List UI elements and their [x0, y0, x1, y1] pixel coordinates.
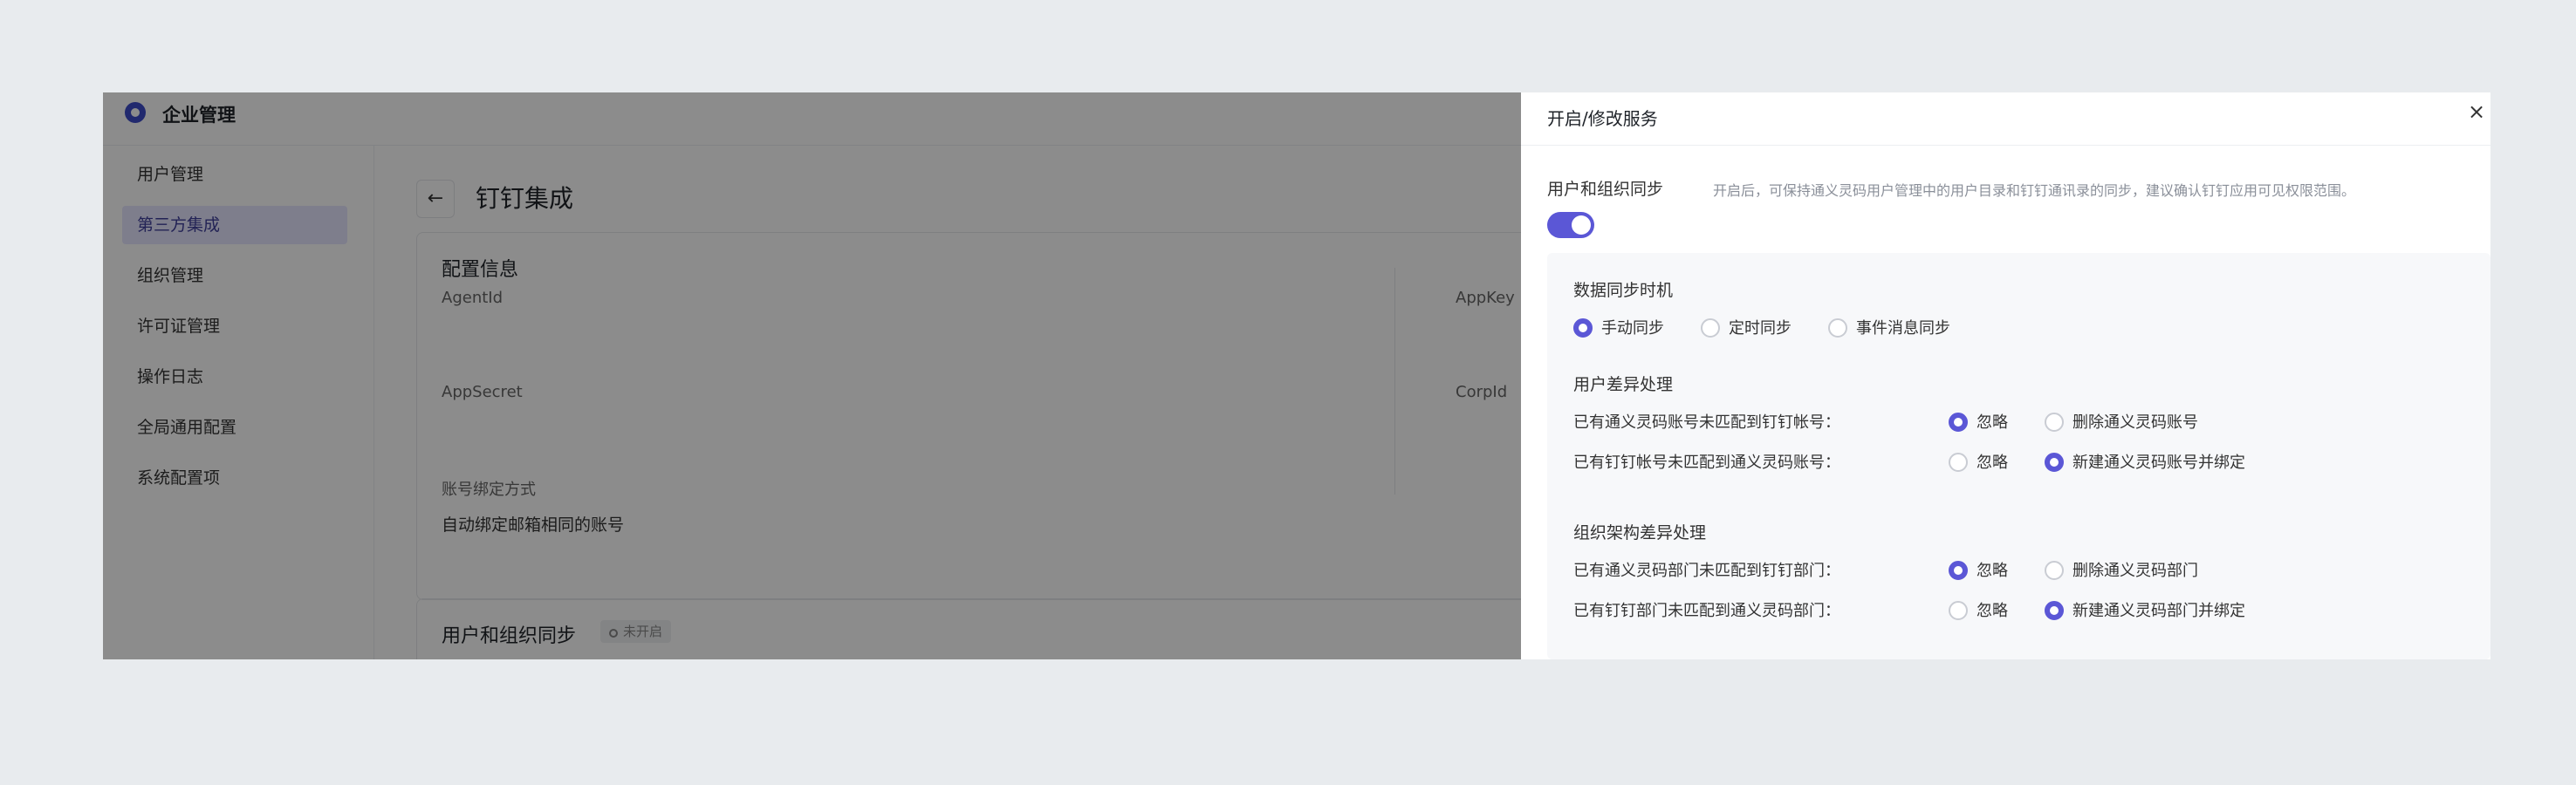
- radio-label: 忽略: [1977, 562, 2008, 580]
- org-diff-row-label: 已有钉钉部门未匹配到通义灵码部门：: [1573, 602, 1840, 620]
- close-icon[interactable]: ×: [2468, 99, 2485, 124]
- radio-checked-icon: [2045, 601, 2064, 620]
- sync-settings-panel: 数据同步时机 手动同步 定时同步 事件消息同步 用户差异处理 已有通义灵码账号未…: [1547, 253, 2490, 659]
- radio-label: 忽略: [1977, 413, 2008, 432]
- radio-unchecked-icon: [1949, 601, 1968, 620]
- radio-user-ignore[interactable]: 忽略: [1949, 410, 2008, 433]
- radio-label: 手动同步: [1601, 319, 1664, 338]
- radio-checked-icon: [2045, 453, 2064, 472]
- radio-unchecked-icon: [1701, 318, 1720, 338]
- org-diff-row-label: 已有通义灵码部门未匹配到钉钉部门：: [1573, 562, 1840, 580]
- user-diff-row-label: 已有通义灵码账号未匹配到钉钉帐号：: [1573, 413, 1840, 432]
- radio-label: 删除通义灵码账号: [2072, 413, 2198, 432]
- radio-unchecked-icon: [2045, 561, 2064, 580]
- modal-overlay[interactable]: [103, 92, 1521, 659]
- radio-label: 新建通义灵码部门并绑定: [2072, 602, 2245, 620]
- radio-unchecked-icon: [2045, 413, 2064, 432]
- radio-user-delete[interactable]: 删除通义灵码账号: [2045, 410, 2198, 433]
- timing-section-title: 数据同步时机: [1573, 281, 1674, 300]
- radio-user-create-bind[interactable]: 新建通义灵码账号并绑定: [2045, 450, 2245, 473]
- drawer-title: 开启/修改服务: [1547, 108, 1658, 129]
- sync-label: 用户和组织同步: [1547, 180, 1664, 199]
- radio-manual-sync[interactable]: 手动同步: [1573, 316, 1664, 338]
- radio-org-create-bind[interactable]: 新建通义灵码部门并绑定: [2045, 598, 2245, 621]
- radio-label: 新建通义灵码账号并绑定: [2072, 454, 2245, 472]
- radio-label: 定时同步: [1729, 319, 1792, 338]
- sync-toggle[interactable]: [1547, 212, 1594, 238]
- radio-event-sync[interactable]: 事件消息同步: [1828, 316, 1950, 338]
- radio-scheduled-sync[interactable]: 定时同步: [1701, 316, 1792, 338]
- drawer-divider: [1521, 145, 2490, 146]
- app-window: 企业管理 用户管理 第三方集成 组织管理 许可证管理 操作日志 全局通用配置 系…: [103, 92, 2490, 659]
- radio-label: 忽略: [1977, 602, 2008, 620]
- radio-org-ignore-2[interactable]: 忽略: [1949, 598, 2008, 621]
- radio-org-ignore[interactable]: 忽略: [1949, 558, 2008, 581]
- radio-org-delete[interactable]: 删除通义灵码部门: [2045, 558, 2198, 581]
- user-diff-row-label: 已有钉钉帐号未匹配到通义灵码账号：: [1573, 454, 1840, 472]
- radio-unchecked-icon: [1949, 453, 1968, 472]
- org-diff-section-title: 组织架构差异处理: [1573, 523, 1707, 543]
- sync-description: 开启后，可保持通义灵码用户管理中的用户目录和钉钉通讯录的同步，建议确认钉钉应用可…: [1713, 182, 2356, 199]
- radio-label: 删除通义灵码部门: [2072, 562, 2198, 580]
- radio-checked-icon: [1573, 318, 1593, 338]
- radio-label: 事件消息同步: [1856, 319, 1950, 338]
- radio-label: 忽略: [1977, 454, 2008, 472]
- radio-user-ignore-2[interactable]: 忽略: [1949, 450, 2008, 473]
- drawer-panel: 开启/修改服务 × 用户和组织同步 开启后，可保持通义灵码用户管理中的用户目录和…: [1521, 92, 2490, 659]
- radio-checked-icon: [1949, 561, 1968, 580]
- radio-checked-icon: [1949, 413, 1968, 432]
- radio-unchecked-icon: [1828, 318, 1847, 338]
- user-diff-section-title: 用户差异处理: [1573, 375, 1674, 394]
